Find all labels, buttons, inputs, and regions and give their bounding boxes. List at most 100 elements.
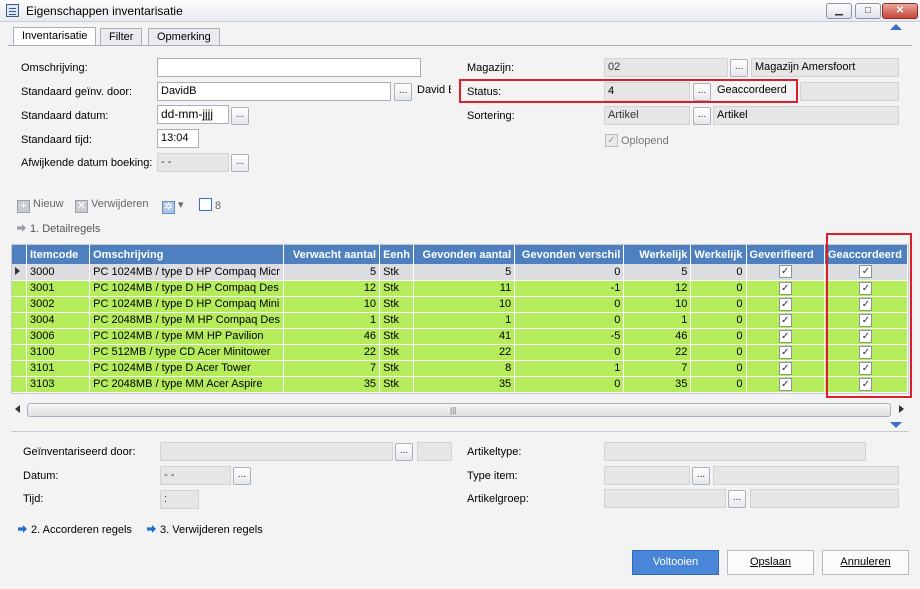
settings-dropdown[interactable]: ✲ ▾: [162, 198, 184, 214]
cell-gevonden-verschil[interactable]: 0: [514, 344, 625, 361]
table-row[interactable]: 3006 PC 1024MB / type MM HP Pavilion 46 Stk…: [12, 328, 909, 345]
annuleren-button[interactable]: Annuleren: [822, 550, 909, 575]
cell-omschrijving[interactable]: PC 1024MB / type D HP Compaq Des: [89, 280, 284, 297]
cell-gevonden-verschil[interactable]: 0: [514, 296, 625, 313]
datum-picker-button[interactable]: ...: [233, 467, 251, 485]
row-selector[interactable]: [12, 360, 27, 377]
cell-itemcode[interactable]: 3000: [26, 264, 91, 281]
cell-eenheid[interactable]: Stk: [379, 344, 414, 361]
col-geverifieerd[interactable]: Geverifieerd: [746, 245, 825, 264]
voltooien-button[interactable]: Voltooien: [632, 550, 719, 575]
cell-werkelijk-1[interactable]: 7: [623, 360, 692, 377]
row-selector[interactable]: [12, 312, 27, 329]
geinventariseerd-door-lookup-button[interactable]: ...: [395, 443, 413, 461]
minimize-button[interactable]: ▁: [826, 3, 852, 19]
row-selector[interactable]: [12, 376, 27, 393]
row-selector[interactable]: [12, 296, 27, 313]
cell-gevonden-aantal[interactable]: 10: [413, 296, 516, 313]
cell-verwacht-aantal[interactable]: 35: [283, 376, 381, 393]
opslaan-button[interactable]: Opslaan: [727, 550, 814, 575]
cell-omschrijving[interactable]: PC 2048MB / type MM Acer Aspire: [89, 376, 284, 393]
table-row[interactable]: 3004 PC 2048MB / type M HP Compaq Des 1 Stk…: [12, 312, 909, 329]
magazijn-lookup-button[interactable]: ...: [730, 59, 748, 77]
standaard-datum-picker-button[interactable]: ...: [231, 107, 249, 125]
cell-itemcode[interactable]: 3004: [26, 312, 91, 329]
standaard-datum-field[interactable]: dd-mm-jjjj: [157, 105, 229, 124]
table-row[interactable]: 3101 PC 1024MB / type D Acer Tower 7 Stk 8 1 7…: [12, 360, 909, 377]
close-button[interactable]: ✕: [882, 3, 918, 19]
geverifieerd-checkbox[interactable]: ✓: [778, 313, 792, 327]
cell-werkelijk-2[interactable]: 0: [690, 376, 747, 393]
cell-geverifieerd[interactable]: ✓: [746, 344, 825, 361]
cell-omschrijving[interactable]: PC 1024MB / type D HP Compaq Mini: [89, 296, 284, 313]
scroll-thumb[interactable]: |||: [27, 403, 891, 417]
magazijn-field[interactable]: 02: [604, 58, 728, 77]
cell-omschrijving[interactable]: PC 1024MB / type D Acer Tower: [89, 360, 284, 377]
cell-itemcode[interactable]: 3006: [26, 328, 91, 345]
table-row[interactable]: 3000 PC 1024MB / type D HP Compaq Micr 5 St…: [12, 264, 909, 281]
maximize-button[interactable]: □: [855, 3, 881, 19]
cell-geverifieerd[interactable]: ✓: [746, 328, 825, 345]
cell-werkelijk-2[interactable]: 0: [690, 296, 747, 313]
cell-verwacht-aantal[interactable]: 1: [283, 312, 381, 329]
cell-verwacht-aantal[interactable]: 7: [283, 360, 381, 377]
cell-werkelijk-1[interactable]: 10: [623, 296, 692, 313]
cell-itemcode[interactable]: 3002: [26, 296, 91, 313]
table-row[interactable]: 3103 PC 2048MB / type MM Acer Aspire 35 Stk…: [12, 376, 909, 393]
cell-omschrijving[interactable]: PC 1024MB / type D HP Compaq Micr: [89, 264, 284, 281]
cell-eenheid[interactable]: Stk: [379, 360, 414, 377]
cell-verwacht-aantal[interactable]: 5: [283, 264, 381, 281]
col-omschrijving[interactable]: Omschrijving: [89, 245, 284, 264]
cell-werkelijk-1[interactable]: 46: [623, 328, 692, 345]
cell-geverifieerd[interactable]: ✓: [746, 280, 825, 297]
cell-eenheid[interactable]: Stk: [379, 376, 414, 393]
cell-geverifieerd[interactable]: ✓: [746, 312, 825, 329]
cell-werkelijk-2[interactable]: 0: [690, 280, 747, 297]
oplopend-checkbox[interactable]: ✓: [605, 134, 618, 147]
cell-verwacht-aantal[interactable]: 46: [283, 328, 381, 345]
cell-omschrijving[interactable]: PC 512MB / type CD Acer Minitower: [89, 344, 284, 361]
row-selector[interactable]: [12, 328, 27, 345]
standaard-tijd-field[interactable]: 13:04: [157, 129, 199, 148]
sortering-lookup-button[interactable]: ...: [693, 107, 711, 125]
verwijderen-regels-link[interactable]: 3. Verwijderen regels: [147, 524, 263, 536]
cell-verwacht-aantal[interactable]: 12: [283, 280, 381, 297]
cell-itemcode[interactable]: 3101: [26, 360, 91, 377]
cell-itemcode[interactable]: 3103: [26, 376, 91, 393]
scroll-left-icon[interactable]: [15, 405, 20, 413]
cell-werkelijk-1[interactable]: 35: [623, 376, 692, 393]
cell-gevonden-aantal[interactable]: 5: [413, 264, 516, 281]
geverifieerd-checkbox[interactable]: ✓: [778, 281, 792, 295]
artikelgroep-lookup-button[interactable]: ...: [728, 490, 746, 508]
row-selector[interactable]: [12, 264, 27, 281]
cell-itemcode[interactable]: 3100: [26, 344, 91, 361]
cell-gevonden-aantal[interactable]: 41: [413, 328, 516, 345]
cell-gevonden-verschil[interactable]: 0: [514, 312, 625, 329]
table-row[interactable]: 3100 PC 512MB / type CD Acer Minitower 22 S…: [12, 344, 909, 361]
col-gevonden-verschil[interactable]: Gevonden verschil: [514, 245, 625, 264]
col-werkelijk-2[interactable]: Werkelijk: [690, 245, 747, 264]
cell-gevonden-verschil[interactable]: -5: [514, 328, 625, 345]
expand-down-icon[interactable]: [890, 422, 902, 428]
cell-eenheid[interactable]: Stk: [379, 296, 414, 313]
col-gevonden-aantal[interactable]: Gevonden aantal: [413, 245, 516, 264]
cell-werkelijk-2[interactable]: 0: [690, 344, 747, 361]
col-werkelijk-1[interactable]: Werkelijk: [623, 245, 692, 264]
grid-horizontal-scrollbar[interactable]: |||: [11, 402, 909, 418]
cell-werkelijk-1[interactable]: 1: [623, 312, 692, 329]
geverifieerd-checkbox[interactable]: ✓: [778, 361, 792, 375]
cell-gevonden-aantal[interactable]: 1: [413, 312, 516, 329]
status-lookup-button[interactable]: ...: [693, 83, 711, 101]
geverifieerd-checkbox[interactable]: ✓: [778, 297, 792, 311]
cell-gevonden-verschil[interactable]: -1: [514, 280, 625, 297]
cell-gevonden-verschil[interactable]: 0: [514, 264, 625, 281]
geinv-door-field[interactable]: DavidB: [157, 82, 391, 101]
sortering-field[interactable]: Artikel: [604, 106, 690, 125]
col-eenheid[interactable]: Eenh: [379, 245, 414, 264]
cell-werkelijk-2[interactable]: 0: [690, 264, 747, 281]
detail-grid[interactable]: Itemcode Omschrijving Verwacht aantal Ee…: [11, 244, 909, 394]
row-selector[interactable]: [12, 344, 27, 361]
accorderen-regels-link[interactable]: 2. Accorderen regels: [18, 524, 132, 536]
geinv-door-lookup-button[interactable]: ...: [394, 83, 412, 101]
col-itemcode[interactable]: Itemcode: [26, 245, 91, 264]
